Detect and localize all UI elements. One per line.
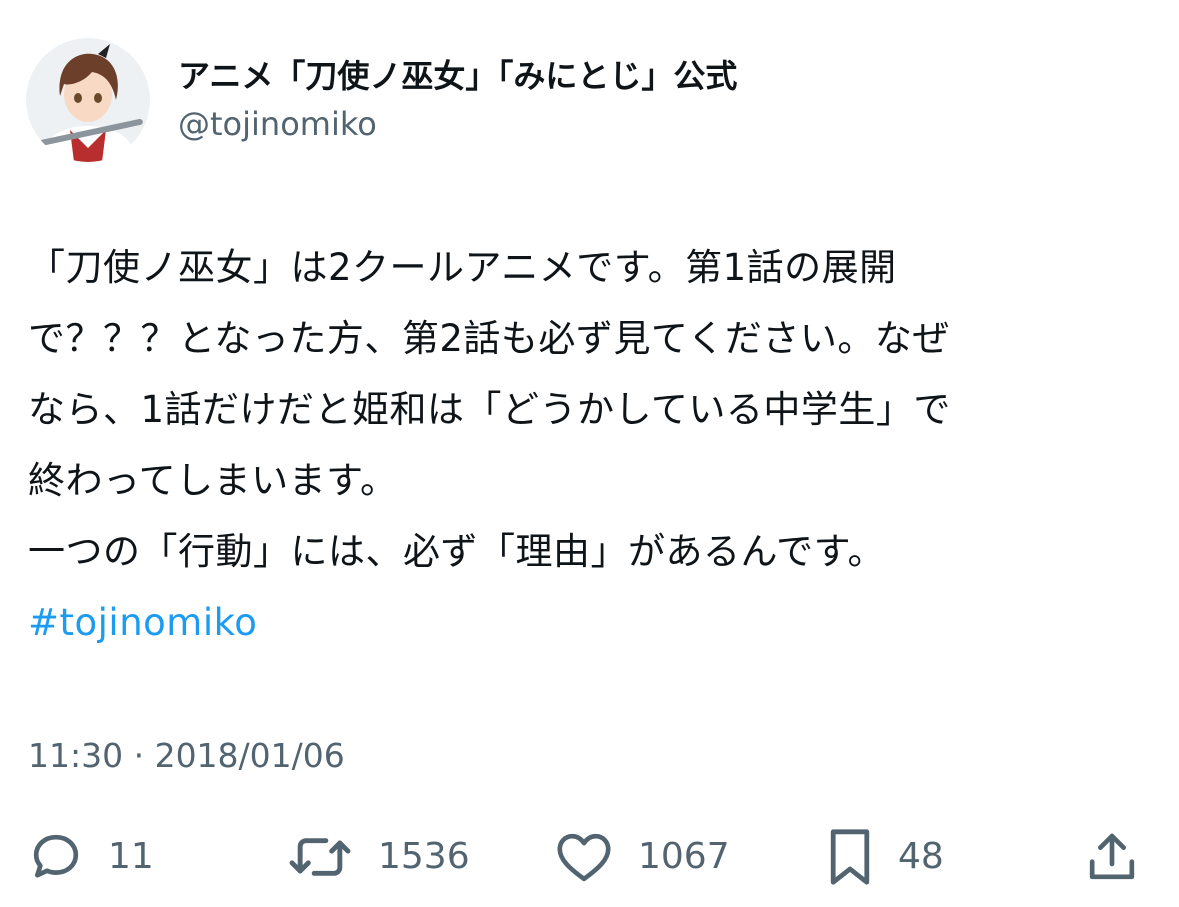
tweet-text-line: で？？？となった方、第2話も必ず見てください。なぜ <box>28 317 950 360</box>
reply-icon <box>28 829 84 885</box>
bookmark-button[interactable]: 48 <box>826 822 944 892</box>
author-names: アニメ「刀使ノ巫女」「みにとじ」公式 @tojinomiko <box>178 54 737 146</box>
retweet-button[interactable]: 1536 <box>286 822 470 892</box>
reply-count: 11 <box>108 836 154 877</box>
hashtag-link[interactable]: #tojinomiko <box>28 601 257 644</box>
bookmark-icon <box>826 827 874 887</box>
timestamp[interactable]: 11:30 · 2018/01/06 <box>28 734 345 778</box>
tweet-text-line: なら、1話だけだと姫和は「どうかしている中学生」で <box>28 388 951 431</box>
tweet-text-line: 「刀使ノ巫女」は2クールアニメです。第1話の展開 <box>28 246 897 289</box>
tweet-text: 「刀使ノ巫女」は2クールアニメです。第1話の展開 で？？？となった方、第2話も必… <box>28 232 1168 658</box>
avatar[interactable] <box>26 38 150 162</box>
retweet-count: 1536 <box>378 836 470 877</box>
heart-icon <box>554 829 614 885</box>
like-count: 1067 <box>638 836 730 877</box>
share-button[interactable] <box>1084 822 1140 892</box>
reply-button[interactable]: 11 <box>28 822 154 892</box>
tweet-text-line: 終わってしまいます。 <box>28 459 398 502</box>
tweet-text-line: 一つの「行動」には、必ず「理由」があるんです。 <box>28 530 885 573</box>
like-button[interactable]: 1067 <box>554 822 730 892</box>
action-bar: 11 1536 1067 48 <box>0 822 1179 892</box>
tweet-header: アニメ「刀使ノ巫女」「みにとじ」公式 @tojinomiko <box>26 38 737 162</box>
retweet-icon <box>286 829 354 885</box>
bookmark-count: 48 <box>898 836 944 877</box>
display-name[interactable]: アニメ「刀使ノ巫女」「みにとじ」公式 <box>178 54 737 98</box>
share-icon <box>1084 829 1140 885</box>
avatar-image <box>26 38 150 162</box>
user-handle[interactable]: @tojinomiko <box>178 102 737 146</box>
